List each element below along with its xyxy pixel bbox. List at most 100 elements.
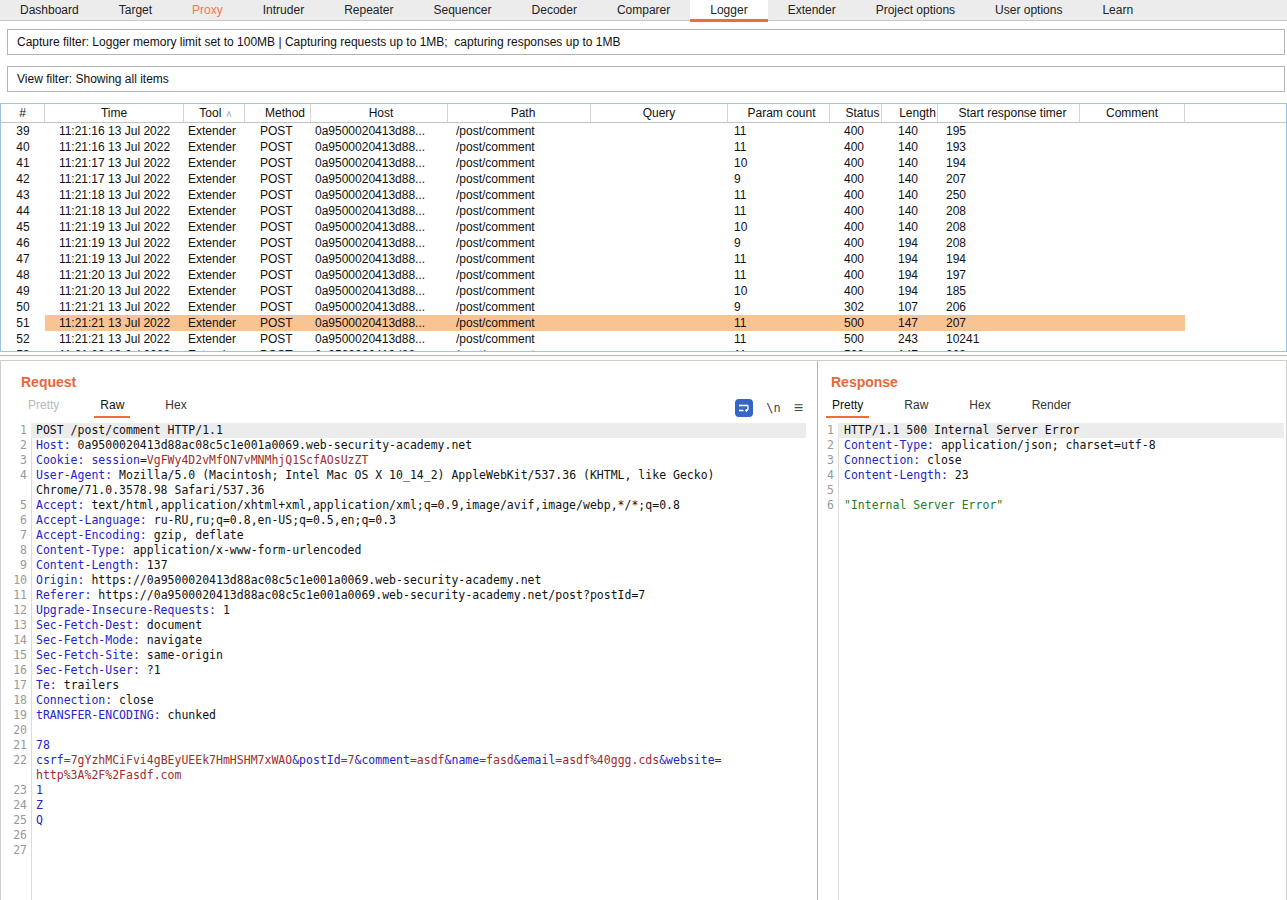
request-tab-raw[interactable]: Raw xyxy=(94,394,130,418)
line-number: 7 xyxy=(1,528,29,543)
menu-tab-decoder[interactable]: Decoder xyxy=(512,0,597,21)
request-editor[interactable]: 1POST /post/comment HTTP/1.12Host: 0a950… xyxy=(1,423,806,900)
line-number: 24 xyxy=(1,798,29,813)
editor-menu-icon[interactable]: ≡ xyxy=(794,400,803,416)
log-row-52[interactable]: 5211:21:21 13 Jul 2022ExtenderPOST0a9500… xyxy=(1,331,1286,347)
menu-tab-learn[interactable]: Learn xyxy=(1082,0,1153,21)
line-number xyxy=(1,768,29,783)
view-filter-bar[interactable]: View filter: Showing all items xyxy=(7,66,1285,92)
editor-line: 231 xyxy=(1,783,806,798)
editor-line: 13Sec-Fetch-Dest: document xyxy=(1,618,806,633)
response-tab-pretty[interactable]: Pretty xyxy=(826,394,869,418)
response-editor[interactable]: 1HTTP/1.1 500 Internal Server Error2Cont… xyxy=(819,423,1284,900)
editor-line: 2178 xyxy=(1,738,806,753)
response-tab-render[interactable]: Render xyxy=(1026,394,1077,418)
column-header-comment[interactable]: Comment xyxy=(1080,104,1185,122)
log-row-39[interactable]: 3911:21:16 13 Jul 2022ExtenderPOST0a9500… xyxy=(1,123,1286,139)
request-panel: Request PrettyRawHex \n ≡ 1POST /post/co… xyxy=(1,361,818,900)
menu-tab-dashboard[interactable]: Dashboard xyxy=(0,0,99,21)
menu-tab-repeater[interactable]: Repeater xyxy=(324,0,413,21)
line-number: 2 xyxy=(819,438,836,453)
log-row-53[interactable]: 5311:21:22 13 Jul 2022ExtenderPOST0a9500… xyxy=(1,347,1286,351)
log-row-50[interactable]: 5011:21:21 13 Jul 2022ExtenderPOST0a9500… xyxy=(1,299,1286,315)
menu-tab-comparer[interactable]: Comparer xyxy=(597,0,690,21)
menu-tab-intruder[interactable]: Intruder xyxy=(243,0,324,21)
menu-tab-proxy[interactable]: Proxy xyxy=(172,0,243,21)
editor-line: 14Sec-Fetch-Mode: navigate xyxy=(1,633,806,648)
table-body: 3911:21:16 13 Jul 2022ExtenderPOST0a9500… xyxy=(1,123,1286,351)
line-text: 78 xyxy=(31,738,806,753)
line-text: http%3A%2F%2Fasdf.com xyxy=(31,768,806,783)
line-number: 16 xyxy=(1,663,29,678)
view-filter-text: View filter: Showing all items xyxy=(17,72,169,86)
column-header-start-response-timer[interactable]: Start response timer xyxy=(938,104,1080,122)
menu-tab-target[interactable]: Target xyxy=(99,0,172,21)
menu-tab-user-options[interactable]: User options xyxy=(975,0,1082,21)
line-number: 20 xyxy=(1,723,29,738)
editor-line: 20 xyxy=(1,723,806,738)
column-header-path[interactable]: Path xyxy=(448,104,591,122)
line-number: 5 xyxy=(1,498,29,513)
log-row-41[interactable]: 4111:21:17 13 Jul 2022ExtenderPOST0a9500… xyxy=(1,155,1286,171)
line-number: 15 xyxy=(1,648,29,663)
log-row-45[interactable]: 4511:21:19 13 Jul 2022ExtenderPOST0a9500… xyxy=(1,219,1286,235)
column-header-param-count[interactable]: Param count xyxy=(728,104,830,122)
line-text: Content-Type: application/x-www-form-url… xyxy=(31,543,806,558)
menu-tab-extender[interactable]: Extender xyxy=(768,0,856,21)
column-header-blank xyxy=(1185,104,1286,122)
line-text: csrf=7gYzhMCiFvi4gBEyUEEk7HmHSHM7xWAO&po… xyxy=(31,753,806,768)
editor-line: 26 xyxy=(1,828,806,843)
log-row-51[interactable]: 5111:21:21 13 Jul 2022ExtenderPOST0a9500… xyxy=(1,315,1286,331)
menu-tab-sequencer[interactable]: Sequencer xyxy=(414,0,512,21)
log-row-47[interactable]: 4711:21:19 13 Jul 2022ExtenderPOST0a9500… xyxy=(1,251,1286,267)
line-text: "Internal Server Error" xyxy=(838,498,1284,513)
line-text: User-Agent: Mozilla/5.0 (Macintosh; Inte… xyxy=(31,468,806,483)
message-editors: Request PrettyRawHex \n ≡ 1POST /post/co… xyxy=(0,360,1287,900)
column-header-length[interactable]: Length xyxy=(882,104,938,122)
line-text xyxy=(31,723,806,738)
column-header-method[interactable]: Method xyxy=(245,104,311,122)
line-text: Content-Length: 137 xyxy=(31,558,806,573)
menu-tab-project-options[interactable]: Project options xyxy=(856,0,975,21)
capture-filter-bar[interactable]: Capture filter: Logger memory limit set … xyxy=(7,29,1285,55)
line-text xyxy=(31,843,806,858)
log-row-44[interactable]: 4411:21:18 13 Jul 2022ExtenderPOST0a9500… xyxy=(1,203,1286,219)
column-header-host[interactable]: Host xyxy=(311,104,448,122)
line-text: Accept: text/html,application/xhtml+xml,… xyxy=(31,498,806,513)
response-tab-hex[interactable]: Hex xyxy=(963,394,996,418)
editor-line: 5 xyxy=(819,483,1284,498)
menu-tab-logger[interactable]: Logger xyxy=(690,0,767,21)
log-row-46[interactable]: 4611:21:19 13 Jul 2022ExtenderPOST0a9500… xyxy=(1,235,1286,251)
editor-line: 11Referer: https://0a9500020413d88ac08c5… xyxy=(1,588,806,603)
log-row-49[interactable]: 4911:21:20 13 Jul 2022ExtenderPOST0a9500… xyxy=(1,283,1286,299)
editor-line: Chrome/71.0.3578.98 Safari/537.36 xyxy=(1,483,806,498)
log-row-43[interactable]: 4311:21:18 13 Jul 2022ExtenderPOST0a9500… xyxy=(1,187,1286,203)
column-header-status[interactable]: Status xyxy=(830,104,882,122)
log-row-42[interactable]: 4211:21:17 13 Jul 2022ExtenderPOST0a9500… xyxy=(1,171,1286,187)
line-number: 10 xyxy=(1,573,29,588)
log-row-48[interactable]: 4811:21:20 13 Jul 2022ExtenderPOST0a9500… xyxy=(1,267,1286,283)
response-tab-raw[interactable]: Raw xyxy=(898,394,934,418)
line-number: 26 xyxy=(1,828,29,843)
column-header-query[interactable]: Query xyxy=(591,104,728,122)
capture-filter-text: Capture filter: Logger memory limit set … xyxy=(17,35,620,49)
column-header-tool[interactable]: Tool∧ xyxy=(184,104,245,122)
word-wrap-toggle-icon[interactable] xyxy=(735,399,753,417)
editor-line: 8Content-Type: application/x-www-form-ur… xyxy=(1,543,806,558)
request-tab-hex[interactable]: Hex xyxy=(159,394,192,418)
editor-line: 12Upgrade-Insecure-Requests: 1 xyxy=(1,603,806,618)
line-text: Connection: close xyxy=(838,453,1284,468)
editor-line: http%3A%2F%2Fasdf.com xyxy=(1,768,806,783)
log-row-40[interactable]: 4011:21:16 13 Jul 2022ExtenderPOST0a9500… xyxy=(1,139,1286,155)
line-text: Sec-Fetch-Dest: document xyxy=(31,618,806,633)
line-number: 18 xyxy=(1,693,29,708)
editor-line: 10Origin: https://0a9500020413d88ac08c5c… xyxy=(1,573,806,588)
editor-line: 1POST /post/comment HTTP/1.1 xyxy=(1,423,806,438)
table-bottom-divider xyxy=(0,355,1287,356)
line-number: 3 xyxy=(1,453,29,468)
column-header-time[interactable]: Time xyxy=(45,104,184,122)
editor-line: 1HTTP/1.1 500 Internal Server Error xyxy=(819,423,1284,438)
newline-toggle-icon[interactable]: \n xyxy=(766,401,780,415)
column-header-blank[interactable]: # xyxy=(1,104,45,122)
line-text: Accept-Encoding: gzip, deflate xyxy=(31,528,806,543)
